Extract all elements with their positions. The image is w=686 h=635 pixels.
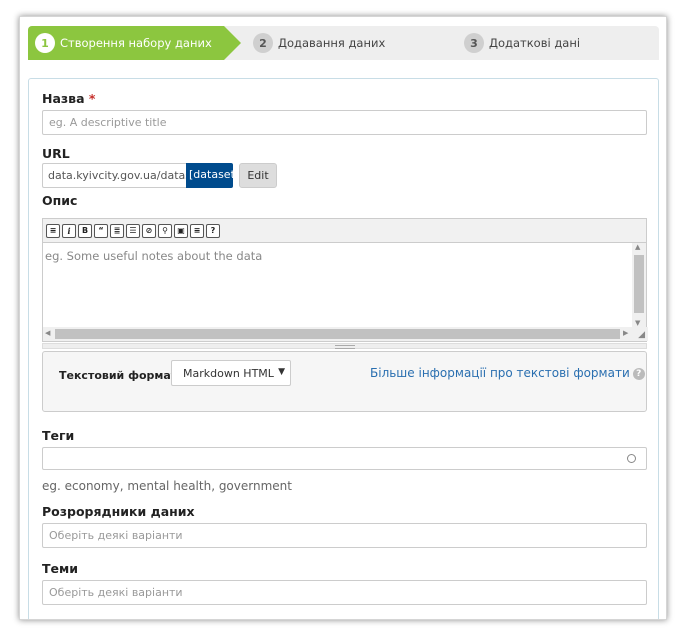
title-label: Назва * — [42, 91, 95, 106]
title-input[interactable]: eg. A descriptive title — [42, 110, 647, 135]
scroll-up-icon[interactable]: ▲ — [635, 243, 640, 251]
horizontal-scrollbar[interactable]: ◀ ▶ — [43, 327, 648, 341]
stage-3[interactable]: 3 Додаткові дані — [464, 26, 580, 60]
tags-help-text: eg. economy, mental health, government — [42, 479, 292, 493]
publishers-label: Розрорядники даних — [42, 504, 195, 519]
stage-2[interactable]: 2 Додавання даних — [253, 26, 385, 60]
description-placeholder: eg. Some useful notes about the data — [45, 249, 263, 263]
text-format-box: Текстовий формат Markdown HTML ▼ Більше … — [42, 351, 647, 412]
horizontal-scroll-thumb[interactable] — [55, 329, 620, 339]
form-panel: Назва * eg. A descriptive title URL data… — [28, 78, 659, 619]
link-icon[interactable]: ⊘ — [142, 223, 156, 238]
description-textarea[interactable]: eg. Some useful notes about the data ▲ ▼… — [42, 242, 648, 342]
publishers-placeholder: Оберіть деякі варіанти — [49, 529, 183, 542]
stage-3-label: Додаткові дані — [489, 36, 581, 50]
question-icon: ? — [632, 367, 645, 380]
help-icon[interactable]: ? — [206, 223, 220, 238]
textarea-grip-handle[interactable] — [42, 343, 647, 349]
topics-label: Теми — [42, 561, 78, 576]
url-label: URL — [42, 146, 70, 161]
stages-bar: 1 Створення набору даних 2 Додавання дан… — [28, 26, 659, 60]
stage-2-label: Додавання даних — [278, 36, 386, 50]
text-format-more-info[interactable]: Більше інформації про текстові формати? — [370, 366, 645, 380]
image-icon[interactable]: ▣ — [174, 223, 188, 238]
scroll-left-icon[interactable]: ◀ — [45, 329, 50, 337]
stage-1-label: Створення набору даних — [60, 36, 212, 50]
title-placeholder: eg. A descriptive title — [49, 116, 167, 129]
unordered-list-icon[interactable]: ☰ — [126, 223, 140, 238]
code-icon[interactable]: ≡ — [190, 223, 204, 238]
topics-placeholder: Оберіть деякі варіанти — [49, 586, 183, 599]
description-label: Опис — [42, 193, 78, 208]
ordered-list-icon[interactable]: ≣ — [110, 223, 124, 238]
text-format-label: Текстовий формат — [59, 369, 178, 382]
vertical-scrollbar[interactable]: ▲ ▼ — [632, 243, 646, 327]
stage-3-number: 3 — [464, 33, 484, 53]
italic-icon[interactable]: i — [62, 223, 76, 238]
dataset-form-window: 1 Створення набору даних 2 Додавання дан… — [19, 16, 667, 620]
quote-icon[interactable]: “ — [94, 223, 108, 238]
title-label-text: Назва — [42, 91, 85, 106]
text-format-selected: Markdown HTML — [183, 367, 274, 380]
vertical-scroll-thumb[interactable] — [634, 255, 644, 313]
chevron-down-icon: ▼ — [278, 367, 285, 377]
scroll-right-icon[interactable]: ▶ — [623, 329, 628, 337]
topics-select[interactable]: Оберіть деякі варіанти — [42, 580, 647, 605]
url-prefix: data.kyivcity.gov.ua/dataset/ — [42, 163, 187, 188]
text-format-select[interactable]: Markdown HTML ▼ — [171, 360, 291, 386]
tags-label: Теги — [42, 428, 75, 443]
required-mark: * — [88, 91, 96, 106]
url-edit-button[interactable]: Edit — [239, 163, 277, 188]
editor-toolbar: ≡ i B “ ≣ ☰ ⊘ ⚲ ▣ ≡ ? — [42, 218, 647, 242]
url-slug-input[interactable]: [dataset] — [186, 163, 239, 188]
unlink-icon[interactable]: ⚲ — [158, 223, 172, 238]
tags-input[interactable] — [42, 447, 647, 470]
scroll-down-icon[interactable]: ▼ — [635, 319, 640, 327]
text-format-link-text[interactable]: Більше інформації про текстові формати — [370, 366, 630, 380]
loading-spinner-icon — [627, 454, 636, 463]
resize-handle-icon[interactable]: ◢ — [638, 330, 645, 340]
bold-icon[interactable]: B — [78, 223, 92, 238]
stage-1-number: 1 — [35, 33, 55, 53]
publishers-select[interactable]: Оберіть деякі варіанти — [42, 523, 647, 548]
stage-1-active[interactable]: 1 Створення набору даних — [28, 26, 241, 60]
stage-2-number: 2 — [253, 33, 273, 53]
paragraph-icon[interactable]: ≡ — [46, 223, 60, 238]
